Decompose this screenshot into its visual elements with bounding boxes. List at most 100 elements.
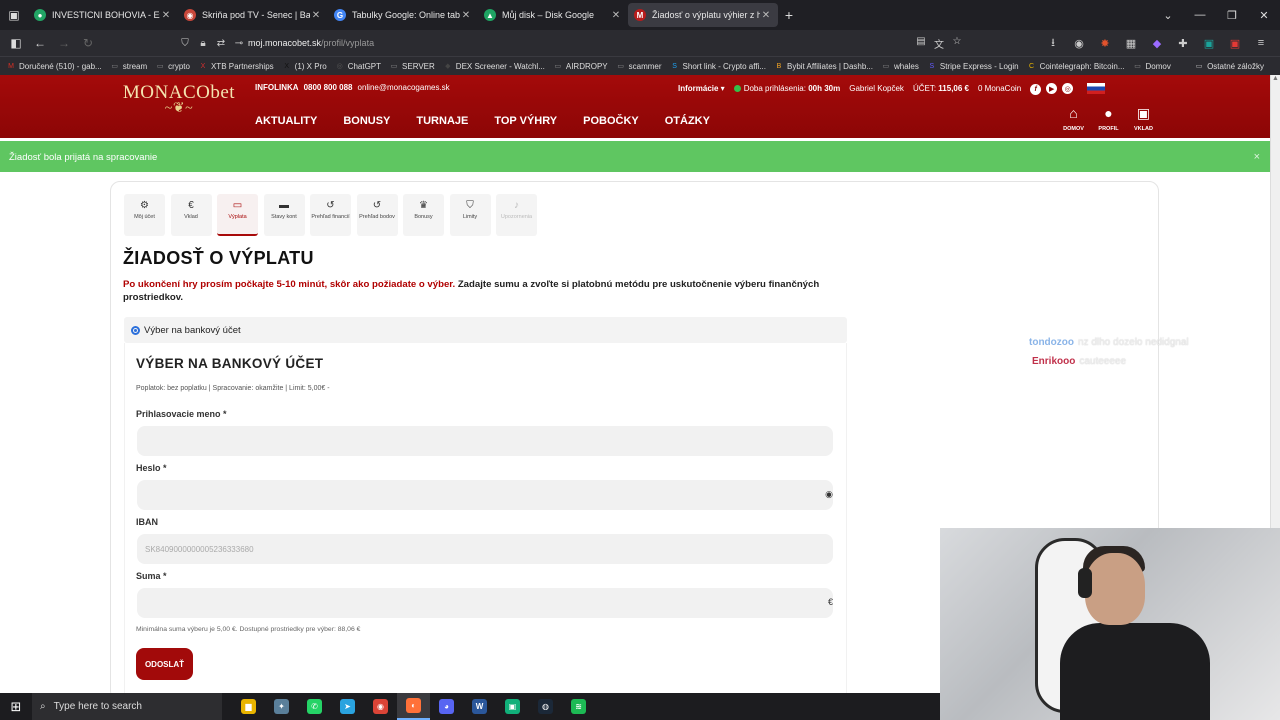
extension-red-icon[interactable]: ✸ <box>1092 37 1118 50</box>
account-menu-item[interactable]: ↺ Prehľad bodov <box>356 194 398 236</box>
tracking-icon[interactable]: ⊸ <box>230 38 248 49</box>
bookmark-item[interactable]: ▭ Domov <box>1133 61 1171 71</box>
taskbar-search[interactable]: ⌕ Type here to search <box>32 693 222 720</box>
extension-purple-icon[interactable]: ◆ <box>1144 37 1170 50</box>
bookmark-item[interactable]: S Stripe Express - Login <box>927 61 1019 71</box>
chrome-taskbar-button[interactable]: ◉ <box>364 693 397 720</box>
bookmark-item[interactable]: ▭ whales <box>881 61 919 71</box>
lock-icon[interactable]: 🔒︎ <box>194 38 212 49</box>
browser-tab[interactable]: M Žiadosť o výplatu výhier z h ✕ <box>628 3 778 27</box>
bookmark-item[interactable]: ◆ DEX Screener - Watchl... <box>443 61 545 71</box>
account-menu-item[interactable]: ▭ Výplata <box>217 194 258 236</box>
new-tab-button[interactable]: + <box>778 7 800 23</box>
submit-button[interactable]: ODOSLAŤ <box>136 648 193 680</box>
file-explorer-taskbar-button[interactable]: ▆ <box>232 693 265 720</box>
show-password-eye-icon[interactable]: ◉ <box>825 489 833 500</box>
nav-item-otázky[interactable]: OTÁZKY <box>665 115 710 127</box>
bookmark-item[interactable]: X (1) X Pro <box>282 61 326 71</box>
address-bar[interactable]: ⛉ 🔒︎ ⇄ ⊸ moj.monacobet.sk /profil/vyplat… <box>176 32 972 54</box>
account-icon[interactable]: ◉ <box>1066 37 1092 50</box>
slovak-flag-icon[interactable] <box>1087 83 1106 95</box>
infoline-phone[interactable]: 0800 800 088 <box>304 83 353 92</box>
nav-item-top-výhry[interactable]: TOP VÝHRY <box>494 115 557 127</box>
monacoin-balance[interactable]: 0 MonaCoin <box>978 84 1021 93</box>
other-bookmarks[interactable]: ▭ Ostatné záložky <box>1194 61 1264 71</box>
tab-close-icon[interactable]: ✕ <box>310 10 322 21</box>
extension-teal-icon[interactable]: ▣ <box>1196 37 1222 50</box>
bookmark-star-icon[interactable]: ☆ <box>948 36 966 51</box>
reload-button[interactable]: ↻ <box>76 36 100 50</box>
account-menu-item[interactable]: ▬ Stavy kont <box>263 194 305 236</box>
bookmark-item[interactable]: S Short link - Crypto affi... <box>670 61 766 71</box>
tab-close-icon[interactable]: ✕ <box>760 10 772 21</box>
account-menu-item[interactable]: ↺ Prehľad financií <box>310 194 351 236</box>
account-menu-item[interactable]: € Vklad <box>170 194 212 236</box>
alert-close-icon[interactable]: × <box>1254 151 1260 163</box>
browser-tab[interactable]: G Tabulky Google: Online tabulky✕ <box>328 3 478 27</box>
tab-close-icon[interactable]: ✕ <box>160 10 172 21</box>
settings-taskbar-button[interactable]: ✦ <box>265 693 298 720</box>
account-menu-item[interactable]: ♪ Upozornenia <box>496 194 537 236</box>
nav-item-bonusy[interactable]: BONUSY <box>343 115 390 127</box>
account-menu-item[interactable]: ⛉ Limity <box>449 194 491 236</box>
facebook-icon[interactable]: f <box>1030 83 1042 95</box>
steam-taskbar-button[interactable]: ◍ <box>529 693 562 720</box>
iban-input[interactable] <box>137 534 833 564</box>
word-taskbar-button[interactable]: W <box>463 693 496 720</box>
tab-close-icon[interactable]: ✕ <box>460 10 472 21</box>
windows-start-icon[interactable]: ⊞ <box>0 699 32 715</box>
youtube-icon[interactable]: ▶ <box>1046 83 1058 94</box>
nav-item-aktuality[interactable]: AKTUALITY <box>255 115 317 127</box>
discord-taskbar-button[interactable]: ◕ <box>430 693 463 720</box>
whatsapp-taskbar-button[interactable]: ✆ <box>298 693 331 720</box>
header-profil-button[interactable]: ● PROFIL <box>1091 105 1126 133</box>
firefox-taskbar-button[interactable]: ◐ <box>397 693 430 720</box>
extensions-puzzle-icon[interactable]: ✚ <box>1170 37 1196 50</box>
instagram-icon[interactable]: ◎ <box>1062 83 1074 94</box>
bookmark-item[interactable]: ▭ AIRDROPY <box>553 61 608 71</box>
app-green-taskbar-button[interactable]: ▣ <box>496 693 529 720</box>
bookmark-item[interactable]: ▭ SERVER <box>389 61 435 71</box>
payment-method-option[interactable]: Výber na bankový účet <box>124 317 847 343</box>
scroll-up-icon[interactable]: ▲ <box>1271 75 1280 82</box>
bookmark-item[interactable]: ▭ crypto <box>155 61 190 71</box>
bookmark-item[interactable]: B Bybit Affiliates | Dashb... <box>774 61 873 71</box>
account-menu-item[interactable]: ♛ Bonusy <box>403 194 444 236</box>
extension-red-badge-icon[interactable]: ▣ <box>1222 37 1248 50</box>
sidebar-toggle-icon[interactable]: ◧ <box>4 36 28 50</box>
method-radio[interactable] <box>131 325 140 335</box>
amount-input[interactable] <box>137 588 833 618</box>
bookmark-item[interactable]: ▭ stream <box>110 61 147 71</box>
user-name[interactable]: Gabriel Kopček <box>849 84 904 93</box>
menu-icon[interactable]: ≡ <box>1248 37 1274 49</box>
browser-tab[interactable]: ● INVESTICNI BOHOVIA - Excel ve✕ <box>28 3 178 27</box>
minimize-button[interactable]: — <box>1184 9 1216 21</box>
tab-close-icon[interactable]: ✕ <box>610 10 622 21</box>
password-input[interactable] <box>137 480 833 510</box>
downloads-icon[interactable]: ⭳ <box>1040 34 1066 53</box>
shield-icon[interactable]: ⛉ <box>176 38 194 49</box>
tab-overflow-icon[interactable]: ⌄ <box>1152 9 1184 22</box>
forward-button[interactable]: → <box>52 36 76 50</box>
account-balance[interactable]: ÚČET: 115,06 € <box>913 84 969 93</box>
restore-button[interactable]: ❐ <box>1216 9 1248 22</box>
browser-tab[interactable]: ◉ Skriňa pod TV - Senec | Bazoš.sk✕ <box>178 3 328 27</box>
header-domov-button[interactable]: ⌂ DOMOV <box>1056 105 1091 133</box>
telegram-taskbar-button[interactable]: ➤ <box>331 693 364 720</box>
spotify-taskbar-button[interactable]: ≋ <box>562 693 595 720</box>
close-window-button[interactable]: ✕ <box>1248 9 1280 22</box>
bookmark-item[interactable]: ◎ ChatGPT <box>335 61 381 71</box>
reader-view-icon[interactable]: ▤ <box>912 36 930 51</box>
bookmark-item[interactable]: X XTB Partnerships <box>198 61 274 71</box>
permissions-icon[interactable]: ⇄ <box>212 38 230 49</box>
nav-item-turnaje[interactable]: TURNAJE <box>416 115 468 127</box>
bookmark-item[interactable]: ▭ scammer <box>616 61 661 71</box>
nav-item-pobočky[interactable]: POBOČKY <box>583 115 639 127</box>
extension-badge-icon[interactable]: ▦ <box>1118 37 1144 50</box>
browser-tab[interactable]: ▲ Můj disk – Disk Google ✕ <box>478 3 628 27</box>
username-input[interactable] <box>137 426 833 456</box>
infoline-email[interactable]: online@monacogames.sk <box>358 83 450 92</box>
monacobet-logo[interactable]: MONACObet ~❦~ <box>118 82 240 130</box>
back-button[interactable]: ← <box>28 36 52 50</box>
account-menu-item[interactable]: ⚙ Môj účet <box>124 194 165 236</box>
